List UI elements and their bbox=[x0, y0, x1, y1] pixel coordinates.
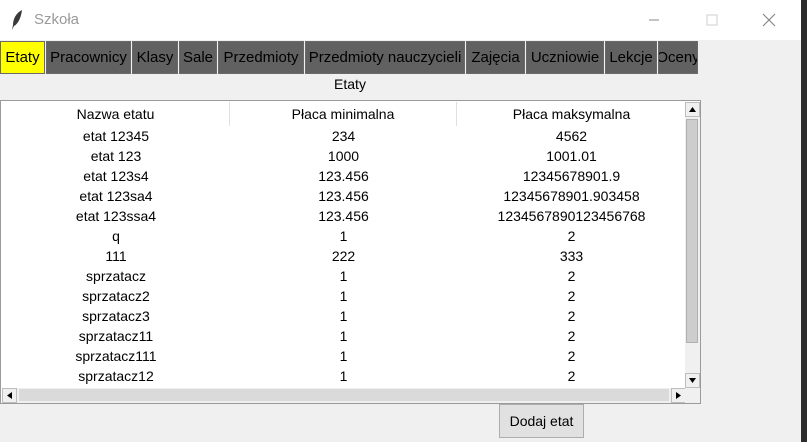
etaty-table: Nazwa etatu Płaca minimalna Płaca maksym… bbox=[0, 100, 701, 404]
minimize-icon[interactable] bbox=[631, 0, 677, 40]
column-header-placa-min[interactable]: Płaca minimalna bbox=[230, 102, 457, 126]
cell-placa-max: 2 bbox=[567, 328, 576, 344]
cell-placa-max: 2 bbox=[567, 288, 576, 304]
cell-nazwa: sprzatacz bbox=[86, 268, 146, 284]
table-row[interactable]: 111 222 333 bbox=[2, 246, 686, 266]
cell-placa-min: 1 bbox=[339, 368, 348, 384]
cell-placa-max: 2 bbox=[567, 228, 576, 244]
tab-uczniowie[interactable]: Uczniowie bbox=[526, 41, 604, 74]
cell-placa-min: 1 bbox=[339, 268, 348, 284]
cell-nazwa: q bbox=[112, 228, 120, 244]
table-row[interactable]: etat 123 1000 1001.01 bbox=[2, 146, 686, 166]
cell-placa-max: 2 bbox=[567, 308, 576, 324]
table-row[interactable]: sprzatacz2 1 2 bbox=[2, 286, 686, 306]
cell-nazwa: etat 123 bbox=[90, 148, 142, 164]
scroll-up-icon[interactable] bbox=[685, 102, 700, 117]
cell-nazwa: etat 123s4 bbox=[83, 168, 149, 184]
tab-oceny[interactable]: Oceny bbox=[658, 41, 698, 74]
cell-placa-min: 1 bbox=[339, 308, 348, 324]
table-row[interactable]: etat 123s4 123.456 12345678901.9 bbox=[2, 166, 686, 186]
cell-placa-min: 234 bbox=[331, 128, 356, 144]
app-window: Szkoła Etaty Pracownicy Klasy Sale Przed… bbox=[0, 0, 802, 442]
cell-placa-min: 123.456 bbox=[318, 168, 369, 184]
add-etat-button[interactable]: Dodaj etat bbox=[499, 404, 584, 438]
table-row[interactable]: sprzatacz11 1 2 bbox=[2, 326, 686, 346]
cell-nazwa: etat 123ssa4 bbox=[75, 208, 157, 224]
tab-przedmioty-nauczycieli[interactable]: Przedmioty nauczycieli bbox=[305, 41, 465, 74]
cell-placa-min: 123.456 bbox=[318, 208, 369, 224]
cell-nazwa: etat 12345 bbox=[82, 128, 150, 144]
title-bar[interactable]: Szkoła bbox=[0, 0, 801, 40]
horizontal-scroll-thumb[interactable] bbox=[19, 389, 669, 401]
cell-placa-max: 12345678901.9 bbox=[522, 168, 621, 184]
tab-etaty[interactable]: Etaty bbox=[0, 41, 45, 74]
tab-bar: Etaty Pracownicy Klasy Sale Przedmioty P… bbox=[0, 41, 699, 74]
table-row[interactable]: sprzatacz 1 2 bbox=[2, 266, 686, 286]
tab-przedmioty[interactable]: Przedmioty bbox=[218, 41, 304, 74]
table-row[interactable]: sprzatacz111 1 2 bbox=[2, 346, 686, 366]
cell-placa-max: 12345678901.903458 bbox=[503, 188, 640, 204]
feather-icon bbox=[12, 10, 22, 30]
section-label: Etaty bbox=[334, 76, 366, 92]
cell-nazwa: sprzatacz12 bbox=[78, 368, 154, 384]
cell-placa-min: 1 bbox=[339, 328, 348, 344]
cell-placa-max: 4562 bbox=[555, 128, 588, 144]
cell-nazwa: etat 123sa4 bbox=[79, 188, 153, 204]
table-row[interactable]: sprzatacz12 1 2 bbox=[2, 366, 686, 386]
tab-zajecia[interactable]: Zajęcia bbox=[466, 41, 525, 74]
cell-placa-max: 1234567890123456768 bbox=[497, 208, 646, 224]
tab-klasy[interactable]: Klasy bbox=[132, 41, 178, 74]
table-body: etat 12345 234 4562 etat 123 1000 1001.01 etat… bbox=[2, 126, 686, 389]
table-row[interactable]: etat 123sa4 123.456 12345678901.903458 bbox=[2, 186, 686, 206]
cell-placa-min: 1 bbox=[339, 228, 348, 244]
cell-placa-max: 2 bbox=[567, 268, 576, 284]
cell-placa-max: 333 bbox=[559, 248, 584, 264]
window-title: Szkoła bbox=[34, 11, 80, 28]
scrollbar-corner bbox=[685, 388, 700, 403]
cell-nazwa: sprzatacz111 bbox=[75, 348, 157, 364]
background-strip bbox=[801, 0, 807, 442]
scroll-right-icon[interactable] bbox=[671, 388, 686, 403]
table-row[interactable]: etat 12345 234 4562 bbox=[2, 126, 686, 146]
cell-nazwa: sprzatacz2 bbox=[82, 288, 150, 304]
cell-placa-min: 1000 bbox=[327, 148, 360, 164]
table-row[interactable]: sprzatacz3 1 2 bbox=[2, 306, 686, 326]
cell-placa-max: 2 bbox=[567, 348, 576, 364]
horizontal-scrollbar[interactable] bbox=[2, 388, 686, 403]
table-header: Nazwa etatu Płaca minimalna Płaca maksym… bbox=[2, 102, 686, 126]
cell-nazwa: sprzatacz11 bbox=[78, 328, 154, 344]
cell-nazwa: sprzatacz3 bbox=[82, 308, 150, 324]
table-row[interactable]: q 1 2 bbox=[2, 226, 686, 246]
scroll-down-icon[interactable] bbox=[685, 373, 700, 388]
cell-placa-min: 123.456 bbox=[318, 188, 369, 204]
close-icon[interactable] bbox=[746, 0, 792, 40]
cell-placa-min: 1 bbox=[339, 288, 348, 304]
tab-lekcje[interactable]: Lekcje bbox=[605, 41, 657, 74]
column-header-placa-max[interactable]: Płaca maksymalna bbox=[457, 102, 686, 126]
cell-placa-max: 2 bbox=[567, 368, 576, 384]
column-header-nazwa[interactable]: Nazwa etatu bbox=[2, 102, 230, 126]
vertical-scroll-thumb[interactable] bbox=[686, 119, 698, 343]
vertical-scrollbar[interactable] bbox=[685, 102, 700, 388]
tab-sale[interactable]: Sale bbox=[179, 41, 217, 74]
scroll-left-icon[interactable] bbox=[2, 388, 17, 403]
cell-placa-min: 1 bbox=[339, 348, 348, 364]
cell-nazwa: 111 bbox=[105, 248, 127, 264]
cell-placa-max: 1001.01 bbox=[546, 148, 597, 164]
cell-placa-min: 222 bbox=[331, 248, 356, 264]
table-row[interactable]: etat 123ssa4 123.456 1234567890123456768 bbox=[2, 206, 686, 226]
tab-pracownicy[interactable]: Pracownicy bbox=[46, 41, 131, 74]
maximize-icon[interactable] bbox=[689, 0, 735, 40]
